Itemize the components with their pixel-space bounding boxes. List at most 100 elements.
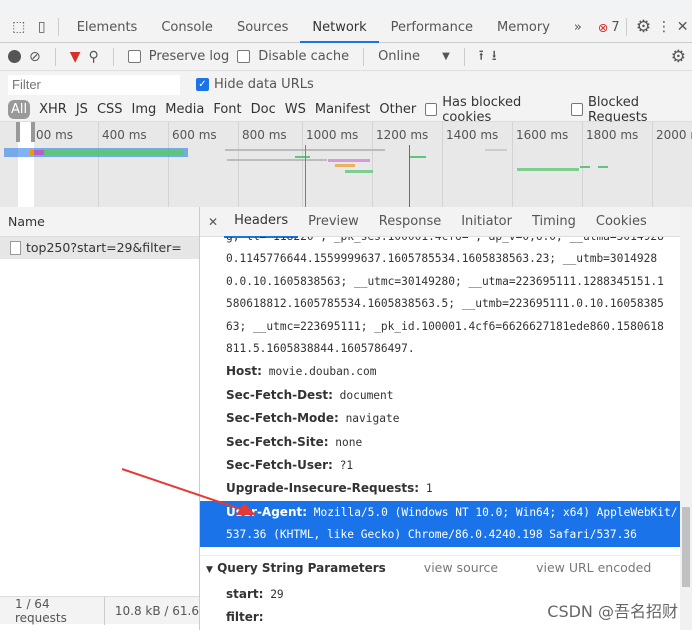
- tab-sources[interactable]: Sources: [225, 12, 300, 43]
- request-row[interactable]: top250?start=29&filter=: [0, 237, 199, 259]
- close-details-icon[interactable]: ✕: [208, 215, 218, 229]
- query-string-section-header[interactable]: ▼ Query String Parameters view source vi…: [200, 554, 680, 582]
- tab-console[interactable]: Console: [149, 12, 225, 43]
- browser-chrome-strip: [0, 0, 692, 12]
- query-string-title[interactable]: ▼ Query String Parameters: [206, 556, 386, 582]
- header-name: Sec-Fetch-Mode:: [226, 411, 339, 426]
- blocked-requests-checkbox[interactable]: [571, 103, 583, 116]
- query-string-title-text: Query String Parameters: [217, 560, 386, 575]
- type-filter-font[interactable]: Font: [213, 102, 241, 117]
- tab-timing[interactable]: Timing: [522, 207, 586, 237]
- timeline-bar: [345, 170, 373, 173]
- filter-funnel-icon[interactable]: ▼: [70, 49, 81, 65]
- type-filter-media[interactable]: Media: [165, 102, 204, 117]
- tab-elements[interactable]: Elements: [65, 12, 150, 43]
- cookie-value-line: 580618812.1605785534.1605838563.5; __utm…: [226, 297, 664, 311]
- inspect-element-icon[interactable]: ⬚: [6, 19, 31, 35]
- header-row-sec-fetch-mode: Sec-Fetch-Mode: navigate: [200, 407, 680, 430]
- export-har-icon[interactable]: ⭳: [492, 45, 497, 69]
- request-name[interactable]: top250?start=29&filter=: [26, 237, 182, 259]
- error-icon[interactable]: ⊗: [598, 20, 608, 35]
- timeline-left-handle[interactable]: [16, 122, 20, 142]
- header-row-sec-fetch-dest: Sec-Fetch-Dest: document: [200, 384, 680, 407]
- load-event-marker: [409, 145, 410, 207]
- settings-gear-icon[interactable]: ⚙: [633, 17, 655, 37]
- type-filter-all[interactable]: All: [8, 100, 31, 119]
- tab-response[interactable]: Response: [369, 207, 451, 237]
- search-icon[interactable]: ⚲: [89, 49, 99, 65]
- hide-data-urls-checkbox[interactable]: ✓: [196, 78, 209, 91]
- name-column-header[interactable]: Name: [0, 207, 199, 237]
- throttling-select[interactable]: Online: [378, 49, 434, 64]
- type-filter-other[interactable]: Other: [379, 102, 416, 117]
- divider: [463, 47, 465, 66]
- type-filter-css[interactable]: CSS: [97, 102, 123, 117]
- request-details-panel: ✕ Headers Preview Response Initiator Tim…: [200, 207, 680, 630]
- preserve-log-label: Preserve log: [148, 49, 230, 64]
- disable-cache-checkbox[interactable]: [237, 50, 251, 63]
- header-row-user-agent-selected[interactable]: User-Agent: Mozilla/5.0 (Windows NT 10.0…: [200, 500, 680, 547]
- type-filter-js[interactable]: JS: [76, 102, 88, 117]
- header-value-continued: 537.36 (KHTML, like Gecko) Chrome/86.0.4…: [226, 528, 637, 542]
- header-row-sec-fetch-site: Sec-Fetch-Site: none: [200, 431, 680, 454]
- import-har-icon[interactable]: ⭱: [479, 45, 484, 69]
- tab-performance[interactable]: Performance: [379, 12, 485, 43]
- tab-preview[interactable]: Preview: [298, 207, 369, 237]
- header-name: Host:: [226, 364, 262, 379]
- timeline-bar: [485, 149, 507, 151]
- clear-icon[interactable]: ⊘: [29, 49, 41, 65]
- cookie-value-line: 63; __utmc=223695111; _pk_id.100001.4cf6…: [226, 319, 664, 333]
- header-value: 1: [425, 482, 433, 496]
- tab-memory[interactable]: Memory: [485, 12, 562, 43]
- preserve-log-checkbox[interactable]: [127, 50, 141, 63]
- tab-initiator[interactable]: Initiator: [451, 207, 522, 237]
- network-overview-timeline[interactable]: 00 ms 400 ms 600 ms 800 ms 1000 ms 1200 …: [0, 122, 692, 207]
- tab-network[interactable]: Network: [300, 12, 379, 43]
- more-options-icon[interactable]: ⋮: [655, 19, 674, 35]
- more-tabs-button[interactable]: »: [562, 12, 594, 43]
- view-source-link[interactable]: view source: [424, 556, 498, 582]
- header-name: Sec-Fetch-Site:: [226, 434, 329, 449]
- details-scrollbar[interactable]: [680, 207, 692, 630]
- cookie-value-line: 811.5.1605838844.1605786497.: [226, 342, 415, 356]
- divider: [363, 47, 365, 66]
- close-devtools-icon[interactable]: ✕: [673, 19, 692, 35]
- document-file-icon: [10, 241, 21, 255]
- header-value: movie.douban.com: [268, 365, 377, 379]
- timeline-tick: 1200 ms: [372, 122, 428, 207]
- type-filter-doc[interactable]: Doc: [251, 102, 276, 117]
- type-filter-ws[interactable]: WS: [285, 102, 306, 117]
- view-url-encoded-link[interactable]: view URL encoded: [536, 556, 651, 582]
- tab-cookies[interactable]: Cookies: [586, 207, 657, 237]
- header-value: document: [339, 388, 394, 402]
- network-settings-gear-icon[interactable]: ⚙: [671, 47, 686, 67]
- record-icon[interactable]: [8, 50, 21, 63]
- scrollbar-thumb[interactable]: [682, 507, 690, 587]
- cookie-value-line: 0.1145776644.1559999637.1605785534.16058…: [226, 252, 658, 266]
- timeline-tick: 800 ms: [238, 122, 287, 207]
- timeline-tick: 1400 ms: [442, 122, 498, 207]
- transfer-size: 10.8 kB / 61.6: [114, 603, 199, 618]
- timeline-bar: [410, 156, 426, 158]
- status-bar: 1 / 64 requests 10.8 kB / 61.6: [0, 596, 199, 625]
- header-value: Mozilla/5.0 (Windows NT 10.0; Win64; x64…: [313, 505, 678, 519]
- has-blocked-cookies-checkbox[interactable]: [425, 103, 438, 116]
- timeline-tick: 1600 ms: [512, 122, 568, 207]
- type-filter-manifest[interactable]: Manifest: [315, 102, 370, 117]
- tab-headers[interactable]: Headers: [224, 206, 299, 238]
- details-tabs: ✕ Headers Preview Response Initiator Tim…: [200, 206, 680, 238]
- error-count[interactable]: 7: [611, 20, 619, 35]
- timeline-bar: [44, 150, 184, 155]
- filter-input[interactable]: [8, 74, 180, 95]
- type-filter-img[interactable]: Img: [132, 102, 157, 117]
- disable-cache-label: Disable cache: [258, 49, 350, 64]
- device-toolbar-icon[interactable]: ▯: [31, 19, 51, 35]
- network-toolbar: ⊘ ▼ ⚲ Preserve log Disable cache Online …: [0, 43, 692, 71]
- type-filter-xhr[interactable]: XHR: [39, 102, 67, 117]
- chevron-down-icon[interactable]: ▼: [442, 51, 450, 62]
- timeline-tick: 1800 ms: [582, 122, 638, 207]
- divider: [625, 18, 627, 36]
- csdn-watermark: CSDN @吾名招财: [547, 602, 678, 621]
- timeline-right-handle[interactable]: [31, 122, 35, 142]
- timeline-tick: 400 ms: [98, 122, 147, 207]
